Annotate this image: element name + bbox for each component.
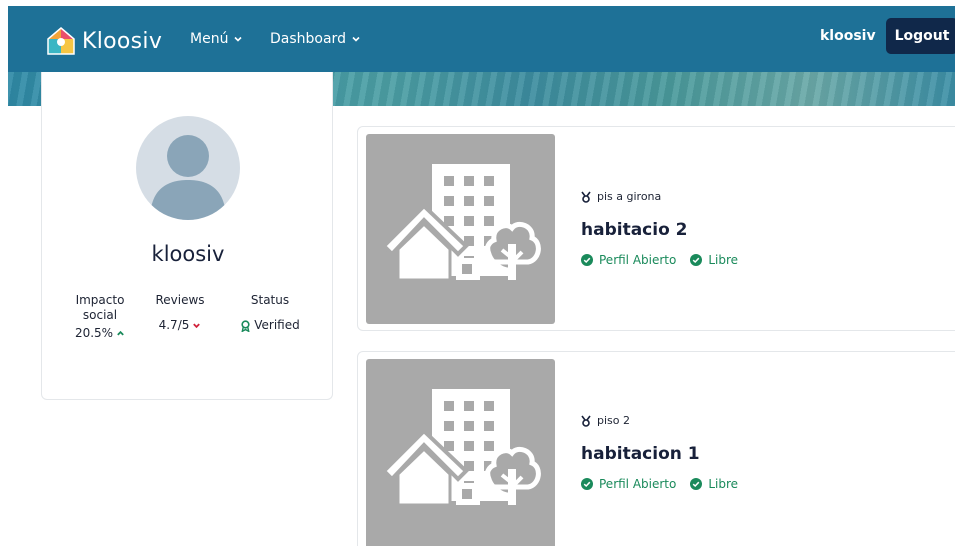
listing-title[interactable]: habitacio 2 [581,220,688,240]
profile-name: kloosiv [151,242,225,266]
medal-icon [581,415,591,427]
tag-perfil-abierto-label: Perfil Abierto [599,477,677,491]
status-value: Verified [254,318,300,332]
listing-card[interactable]: pis a girona habitacio 2 Perfil Abierto … [357,126,955,331]
top-navbar: Kloosiv Menú Dashboard kloosiv Logout [8,6,955,72]
check-circle-icon [581,478,593,490]
status-stat: Status Verified [230,293,310,333]
tag-libre: Libre [690,253,738,267]
tag-libre-label: Libre [708,477,739,491]
chevron-down-icon [234,36,243,42]
profile-card: kloosiv Impacto social 20.5% Reviews 4.7… [41,72,333,400]
nav-dashboard-dropdown[interactable]: Dashboard [270,31,361,47]
kloosiv-logo-icon [47,27,75,55]
listing-property: piso 2 [581,414,630,427]
listing-title[interactable]: habitacion 1 [581,444,700,464]
impact-value: 20.5% [74,326,114,340]
tag-perfil-abierto: Perfil Abierto [581,477,676,491]
listing-thumbnail[interactable] [366,359,555,546]
tag-perfil-abierto: Perfil Abierto [581,253,676,267]
check-circle-icon [581,254,593,266]
caret-down-icon [193,323,201,329]
check-circle-icon [690,254,703,266]
listing-property-name: piso 2 [597,414,630,427]
listing-tags: Perfil Abierto Libre [581,477,738,491]
nav-menu-dropdown[interactable]: Menú [190,31,243,47]
reviews-label: Reviews [155,293,205,307]
tag-libre-label: Libre [708,253,739,267]
tag-libre: Libre [690,477,738,491]
nav-dashboard-label: Dashboard [270,31,346,47]
building-placeholder-icon [381,164,541,282]
brand-logo[interactable]: Kloosiv [46,26,162,56]
reviews-stat: Reviews 4.7/5 [150,293,210,333]
medal-icon [581,191,591,203]
listing-property-name: pis a girona [597,190,662,203]
reviews-value: 4.7/5 [158,318,190,332]
chevron-down-icon [352,36,360,42]
listing-property: pis a girona [581,190,661,203]
impact-label: Impacto social [75,293,125,322]
impact-stat: Impacto social 20.5% [64,293,136,341]
building-placeholder-icon [381,389,541,507]
user-avatar-icon [150,135,226,220]
check-circle-icon [690,478,703,490]
avatar [136,116,240,220]
award-icon [241,319,250,332]
listing-card[interactable]: piso 2 habitacion 1 Perfil Abierto Libre [357,351,955,546]
listing-thumbnail[interactable] [366,134,555,324]
nav-username[interactable]: kloosiv [820,28,876,44]
nav-menu-label: Menú [190,31,229,47]
brand-name: Kloosiv [82,28,163,54]
listing-tags: Perfil Abierto Libre [581,253,738,267]
status-label: Status [250,293,290,307]
logout-button[interactable]: Logout [886,18,955,54]
tag-perfil-abierto-label: Perfil Abierto [599,253,677,267]
caret-up-icon [117,330,124,336]
